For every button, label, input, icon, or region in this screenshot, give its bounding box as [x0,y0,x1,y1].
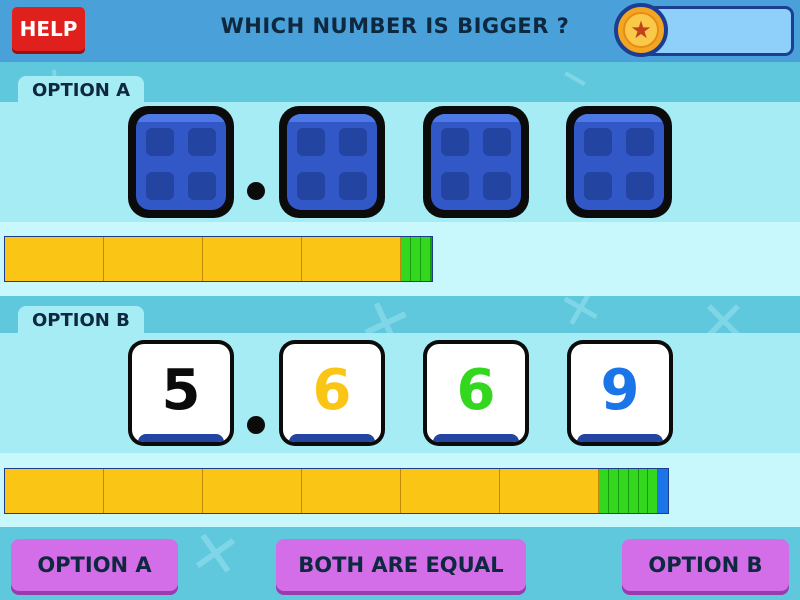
hundredth-block [667,469,669,513]
unit-block [104,237,203,281]
unit-block [5,237,104,281]
tenth-block [638,469,649,513]
option-b-panel [0,333,800,453]
option-a-panel [0,102,800,222]
option-b-label: OPTION B [18,306,144,334]
digit-tenths: 6 [283,344,381,442]
hidden-digit-box [279,106,385,218]
option-b-button[interactable]: OPTION B [622,539,789,591]
unit-block [500,469,599,513]
decor-cross-icon: ✕ [184,516,246,594]
digit-box-tenths: 6 [279,340,385,446]
option-b-value-bar [4,468,670,514]
star-medal-icon: ★ [614,3,668,57]
tenth-block [410,237,421,281]
hundredth-block [430,237,432,281]
unit-block [104,469,203,513]
option-a-button[interactable]: OPTION A [11,539,178,591]
tenth-block [648,469,659,513]
tenth-block [599,469,609,513]
help-button[interactable]: HELP [12,7,85,51]
digit-box-hundredths: 6 [423,340,529,446]
unit-block [302,237,401,281]
hidden-digit-box [423,106,529,218]
decimal-point [247,182,265,200]
hidden-digit-box [128,106,234,218]
option-a-value-bar [4,236,433,282]
option-a-label: OPTION A [18,76,145,104]
hidden-digit-box [566,106,672,218]
star-icon: ★ [623,12,659,48]
tenth-block [618,469,629,513]
tenth-block [628,469,639,513]
tenth-block [420,237,431,281]
question-title: WHICH NUMBER IS BIGGER ? [220,14,570,38]
tenth-block [608,469,619,513]
digit-ones: 5 [132,344,230,442]
digit-box-ones: 5 [128,340,234,446]
unit-block [203,237,302,281]
unit-block [302,469,401,513]
tenth-block [401,237,411,281]
digit-hundredths: 6 [427,344,525,442]
decimal-point [247,416,265,434]
unit-block [203,469,302,513]
unit-block [401,469,500,513]
unit-block [5,469,104,513]
digit-thousandths: 9 [571,344,669,442]
digit-box-thousandths: 9 [567,340,673,446]
both-equal-button[interactable]: BOTH ARE EQUAL [276,539,526,591]
